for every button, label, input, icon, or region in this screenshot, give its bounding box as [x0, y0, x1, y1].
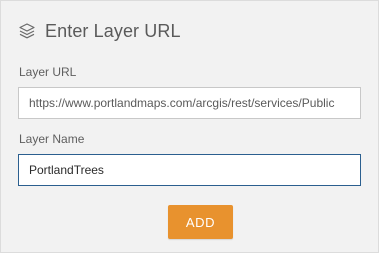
layer-url-label: Layer URL — [19, 65, 77, 79]
layer-name-input[interactable] — [18, 154, 361, 186]
layer-name-label: Layer Name — [19, 132, 85, 146]
panel-title: Enter Layer URL — [45, 20, 181, 41]
enter-layer-url-panel: Enter Layer URL Layer URL Layer Name ADD — [0, 0, 379, 253]
add-button[interactable]: ADD — [168, 205, 233, 239]
panel-header: Enter Layer URL — [18, 19, 181, 43]
layer-url-input[interactable] — [18, 87, 361, 119]
layers-icon — [18, 22, 36, 40]
